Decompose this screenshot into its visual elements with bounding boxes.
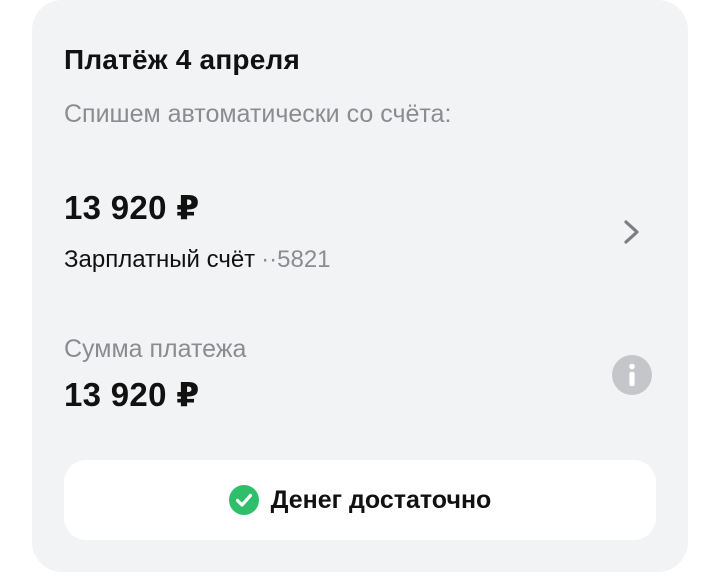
info-icon[interactable] — [612, 355, 652, 395]
account-number-mask: ··5821 — [261, 246, 331, 273]
payment-card: Платёж 4 апреля Спишем автоматически со … — [32, 0, 688, 572]
funds-status-box: Денег достаточно — [64, 460, 656, 540]
sum-value: 13 920 ₽ — [64, 376, 200, 413]
sum-label: Сумма платежа — [64, 335, 247, 363]
account-name: Зарплатный счёт — [64, 246, 256, 273]
account-line: Зарплатный счёт ··5821 — [64, 246, 331, 274]
funds-status-text: Денег достаточно — [270, 485, 492, 514]
payment-subtitle: Спишем автоматически со счёта: — [64, 100, 452, 128]
check-circle-icon — [228, 485, 259, 515]
payment-title: Платёж 4 апреля — [64, 44, 301, 75]
account-amount: 13 920 ₽ — [64, 189, 200, 226]
account-selector[interactable]: 13 920 ₽ Зарплатный счёт ··5821 — [32, 170, 688, 290]
chevron-right-icon[interactable] — [620, 218, 644, 246]
